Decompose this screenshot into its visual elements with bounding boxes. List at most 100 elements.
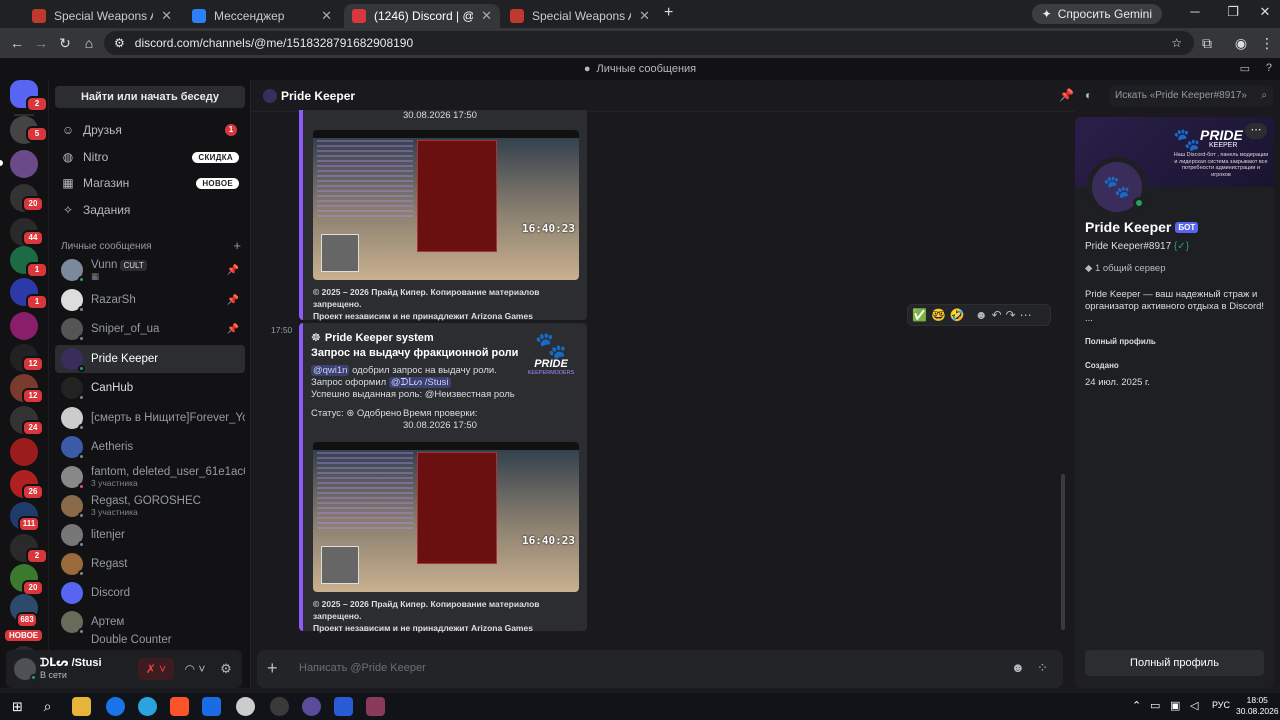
search-input[interactable]: Искать «Pride Keeper#8917» ⌕ bbox=[1109, 86, 1273, 106]
user-mention[interactable]: @ᗪᒪᔕ /Stusi bbox=[388, 377, 451, 388]
dm-item[interactable]: [смерть в Нищите]Forever_You... bbox=[55, 404, 245, 432]
profile-more-icon[interactable]: ⋯ bbox=[1245, 123, 1267, 139]
avatar bbox=[61, 524, 85, 548]
headphones-icon[interactable]: ◠ ˅ bbox=[180, 658, 210, 680]
embed-footer: © 2025 – 2026 Прайд Кипер. Копирование м… bbox=[313, 286, 587, 322]
reaction-laugh-icon[interactable]: 🤣 bbox=[950, 308, 965, 322]
mutual-servers[interactable]: ◆ 1 общий сервер bbox=[1085, 263, 1166, 274]
mute-mic-button[interactable]: ✗ ˅ bbox=[138, 658, 174, 680]
create-dm-button[interactable]: + bbox=[233, 239, 241, 252]
home-icon[interactable]: ⌂ bbox=[80, 34, 98, 52]
reply-icon[interactable]: ↶ bbox=[992, 308, 1002, 322]
profile-avatar-icon[interactable]: ◉ bbox=[1232, 34, 1250, 52]
nav-shop[interactable]: ▦ Магазин НОВОЕ bbox=[55, 171, 245, 195]
dm-item[interactable]: RazarSh 📌 bbox=[55, 286, 245, 314]
user-mention[interactable]: @qwi1n bbox=[311, 365, 350, 376]
full-profile-link[interactable]: Полный профиль bbox=[1085, 337, 1156, 346]
browser-tab-active[interactable]: (1246) Discord | @Pride Keeper ✕ bbox=[344, 4, 500, 28]
dm-item[interactable]: Артем bbox=[55, 608, 245, 636]
emoji-icon[interactable]: ☻ bbox=[1011, 660, 1025, 675]
close-window-icon[interactable]: ✕ bbox=[1250, 4, 1280, 24]
embed-screenshot-image[interactable]: 16:40:23 bbox=[313, 442, 579, 592]
reaction-check-icon[interactable]: ✅ bbox=[912, 308, 927, 322]
close-icon[interactable]: ✕ bbox=[321, 8, 332, 24]
bio-more[interactable]: ... bbox=[1085, 313, 1265, 325]
dm-item[interactable]: Double Counter bbox=[55, 634, 245, 650]
embed-screenshot-image[interactable]: 16:40:23 bbox=[313, 130, 579, 280]
bookmark-star-icon[interactable]: ☆ bbox=[1171, 36, 1182, 50]
dm-item[interactable]: litenjer bbox=[55, 521, 245, 549]
dm-item[interactable]: Discord bbox=[55, 579, 245, 607]
pin-icon[interactable]: 📌 bbox=[227, 295, 239, 306]
minimize-icon[interactable]: ─ bbox=[1180, 4, 1210, 24]
forward-icon[interactable]: ↷ bbox=[1006, 308, 1016, 322]
extensions-icon[interactable]: ⧉ bbox=[1198, 34, 1216, 52]
apps-icon[interactable]: ⁘ bbox=[1037, 660, 1048, 676]
steam-icon[interactable] bbox=[270, 697, 289, 716]
new-tab-button[interactable]: + bbox=[664, 4, 673, 22]
file-explorer-icon[interactable] bbox=[72, 697, 91, 716]
dm-item[interactable]: Sniper_of_ua 📌 bbox=[55, 315, 245, 343]
browser-tab[interactable]: Мессенджер ✕ bbox=[184, 4, 340, 28]
volume-icon[interactable]: ◁ bbox=[1190, 699, 1198, 712]
full-profile-button[interactable]: Полный профиль bbox=[1085, 650, 1264, 676]
windows-start-icon[interactable]: ⊞ bbox=[8, 697, 27, 716]
dm-item[interactable]: Regast bbox=[55, 550, 245, 578]
browser-tab[interactable]: Special Weapons Attack Team |... ✕ bbox=[24, 4, 180, 28]
add-reaction-icon[interactable]: ☻ bbox=[975, 308, 988, 322]
dm-item[interactable]: fantom, deleted_user_61e1ac6b...3 участн… bbox=[55, 463, 245, 491]
address-bar[interactable]: ⚙ discord.com/channels/@me/1518328791682… bbox=[104, 31, 1194, 55]
pin-messages-icon[interactable]: 📌 bbox=[1059, 88, 1074, 102]
pin-icon[interactable]: 📌 bbox=[227, 324, 239, 335]
browser-tab[interactable]: Special Weapons Attack Team |... ✕ bbox=[502, 4, 658, 28]
dm-item[interactable]: Vunn CULT ▦ 📌 bbox=[55, 256, 245, 284]
site-info-icon[interactable]: ⚙ bbox=[114, 36, 125, 50]
pin-icon[interactable]: 📌 bbox=[227, 265, 239, 276]
nav-quests[interactable]: ✧ Задания bbox=[55, 198, 245, 222]
close-icon[interactable]: ✕ bbox=[481, 8, 492, 24]
activity-icon: ▦ bbox=[91, 270, 100, 281]
taskbar-clock[interactable]: 18:05 30.08.2026 bbox=[1236, 695, 1279, 717]
menu-kebab-icon[interactable]: ⋮ bbox=[1258, 34, 1276, 52]
tray-app-icon[interactable]: ▭ bbox=[1150, 699, 1160, 712]
message-input[interactable]: Написать @Pride Keeper bbox=[299, 662, 426, 674]
ask-gemini-button[interactable]: ✦ Спросить Gemini bbox=[1031, 4, 1162, 24]
nav-nitro[interactable]: ◍ Nitro СКИДКА bbox=[55, 145, 245, 169]
roblox-icon[interactable] bbox=[202, 697, 221, 716]
shield-icon[interactable] bbox=[334, 697, 353, 716]
reload-icon[interactable]: ↻ bbox=[56, 34, 74, 52]
game-icon[interactable] bbox=[366, 697, 385, 716]
inbox-icon[interactable]: ▭ bbox=[1240, 62, 1250, 75]
dm-item[interactable]: Aetheris bbox=[55, 433, 245, 461]
telegram-icon[interactable] bbox=[138, 697, 157, 716]
cloud-app-icon[interactable] bbox=[236, 697, 255, 716]
brave-icon[interactable] bbox=[170, 697, 189, 716]
nav-friends[interactable]: ☺ Друзья 1 bbox=[55, 118, 245, 142]
app-icon[interactable] bbox=[302, 697, 321, 716]
close-icon[interactable]: ✕ bbox=[639, 8, 650, 24]
server-icon[interactable] bbox=[10, 312, 38, 340]
search-icon[interactable]: ⌕ bbox=[38, 697, 57, 716]
user-profile-toggle-icon[interactable]: ◐ bbox=[1085, 88, 1092, 102]
forward-arrow-icon[interactable]: → bbox=[32, 34, 50, 52]
settings-gear-icon[interactable]: ⚙ bbox=[216, 658, 236, 680]
reaction-nerd-icon[interactable]: 🤓 bbox=[931, 308, 946, 322]
help-icon[interactable]: ? bbox=[1266, 62, 1272, 74]
tray-chevron-icon[interactable]: ⌃ bbox=[1132, 699, 1141, 712]
scrollbar-thumb[interactable] bbox=[1061, 474, 1065, 630]
restore-icon[interactable]: ❐ bbox=[1218, 4, 1248, 24]
status-field: Статус: ⊛ Одобрено bbox=[311, 408, 401, 419]
dm-item[interactable]: Regast, GOROSHEC 3 участника bbox=[55, 492, 245, 520]
dm-item-selected[interactable]: Pride Keeper bbox=[55, 345, 245, 373]
more-icon[interactable]: ⋯ bbox=[1020, 308, 1032, 322]
attach-plus-icon[interactable]: + bbox=[267, 658, 278, 678]
chrome-icon[interactable] bbox=[106, 697, 125, 716]
language-indicator[interactable]: РУС bbox=[1212, 700, 1230, 710]
back-arrow-icon[interactable]: ← bbox=[8, 34, 26, 52]
close-icon[interactable]: ✕ bbox=[161, 8, 172, 24]
server-icon[interactable] bbox=[10, 438, 38, 466]
dm-search-button[interactable]: Найти или начать беседу bbox=[55, 86, 245, 108]
network-icon[interactable]: ▣ bbox=[1170, 699, 1180, 712]
dm-item[interactable]: CanHub bbox=[55, 374, 245, 402]
server-icon[interactable] bbox=[10, 150, 38, 178]
